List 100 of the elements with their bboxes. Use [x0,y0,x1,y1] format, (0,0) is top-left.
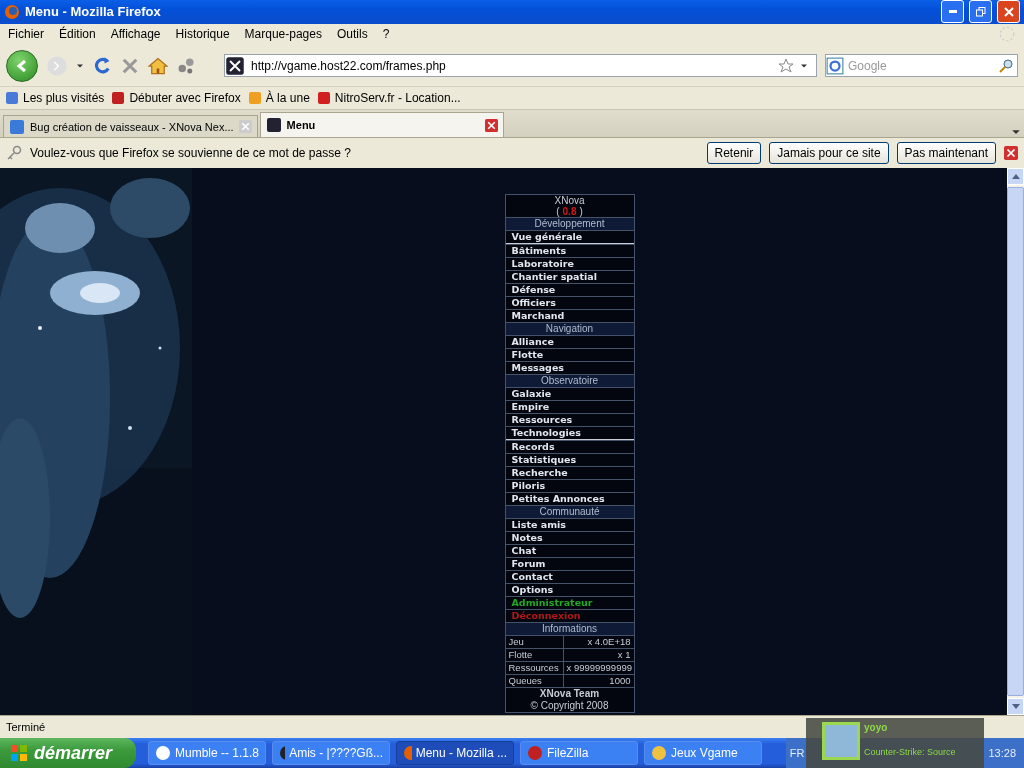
menu-item[interactable]: Outils [336,27,368,42]
menu-link[interactable]: Laboratoire [505,257,634,271]
window-title: Menu - Mozilla Firefox [25,4,162,20]
firefox-icon [4,3,20,20]
taskbar-button[interactable]: Jeux Vgame [644,741,762,765]
forward-icon [46,54,68,77]
menu-link[interactable]: Chat [505,544,634,558]
close-icon [1004,146,1018,161]
menu-link[interactable]: Alliance [505,335,634,349]
menu-link[interactable]: Contact [505,570,634,584]
bookmark-item[interactable]: Débuter avec Firefox [110,89,241,106]
menu-link[interactable]: Ressources [505,413,634,427]
scrollbar[interactable] [1007,168,1024,716]
menu-link[interactable]: Bâtiments [505,244,634,258]
menu-item[interactable]: Fichier [8,27,44,42]
menu-link[interactable]: Défense [505,283,634,297]
language-indicator: FR [789,747,805,759]
back-button[interactable] [6,49,38,82]
version-bracket: ) [579,206,583,218]
minimize-icon [948,10,957,14]
search-icon [998,57,1014,74]
clock: 13:28 [988,747,1016,759]
taskbar-button[interactable]: Mumble -- 1.1.8 [148,741,266,765]
menu-link[interactable]: Records [505,440,634,454]
taskbar-button[interactable]: Menu - Mozilla ... [396,741,514,765]
menu-link[interactable]: Options [505,583,634,597]
app-icon [279,745,286,761]
status-text: Terminé [6,721,46,734]
menu-link[interactable]: Statistiques [505,453,634,467]
bookmark-icon [110,89,127,106]
taskbar-button[interactable]: FileZilla [520,741,638,765]
menu-link[interactable]: Chantier spatial [505,270,634,284]
close-button[interactable] [997,0,1020,24]
restore-button[interactable] [969,0,992,24]
section-header: Informations [505,622,634,636]
tab-icon [9,118,25,135]
version-bracket: ( [556,206,560,218]
prompt-button[interactable]: Pas maintenant [896,142,996,165]
throbber-icon [998,25,1016,44]
menu-link[interactable]: Administrateur [505,596,634,610]
password-prompt: Voulez-vous que Firefox se souvienne de ce mot de passe ? [30,146,352,161]
team-credit: XNova Team [505,687,634,701]
menu-item[interactable]: Affichage [110,27,161,42]
menu-link[interactable]: Forum [505,557,634,571]
menu-link[interactable]: Notes [505,531,634,545]
up-arrow-icon [1011,174,1020,180]
minimize-button[interactable] [941,0,964,24]
bookmark-item[interactable]: NitroServ.fr - Location... [315,89,461,106]
site-icon [225,55,245,76]
menu-title: XNova [553,195,586,207]
info-label: Jeu [507,636,525,649]
app-icon [527,745,543,761]
reload-icon [92,55,112,76]
info-label: Ressources [507,662,560,675]
bookmark-icon [315,89,332,106]
app-icon [155,745,171,761]
info-value: 1000 [562,675,634,688]
menu-link[interactable]: Galaxie [505,387,634,401]
menu-link[interactable]: Empire [505,400,634,414]
address-field[interactable]: http://vgame.host22.com/frames.php [224,54,817,78]
bookmark-item[interactable]: À la une [246,89,310,106]
section-header: Navigation [505,322,634,336]
menu-link[interactable]: Piloris [505,479,634,493]
home-icon [148,55,168,76]
info-value: x 4.0E+18 [562,636,634,649]
menu-item[interactable]: Édition [59,27,96,42]
bookmark-icon [246,89,263,106]
close-icon [1003,6,1014,17]
prompt-button[interactable]: Jamais pour ce site [769,142,889,165]
menu-link[interactable]: Liste amis [505,518,634,532]
start-button[interactable]: démarrer [0,738,136,768]
close-icon [238,120,252,134]
section-header: Développement [505,217,634,231]
windows-logo [10,744,28,762]
browser-tab[interactable]: Bug création de vaisseaux - XNova Nex... [3,115,258,138]
info-label: Queues [507,675,543,688]
restore-icon [975,6,986,17]
prompt-button[interactable]: Retenir [706,142,762,165]
key-icon [6,145,22,162]
browser-tab[interactable]: Menu [259,112,504,138]
game-name: Counter-Strike: Source [864,747,956,757]
bookmark-icon [4,89,20,106]
star-icon [778,57,794,74]
menu-link[interactable]: Flotte [505,348,634,362]
bookmark-item[interactable]: Les plus visités [4,89,105,106]
menu-link[interactable]: Officiers [505,296,634,310]
menu-item[interactable]: Marque-pages [244,27,322,42]
search-engine-icon [826,56,844,75]
info-label: Flotte [507,649,534,662]
section-header: Communauté [505,505,634,519]
app-icon [651,745,667,761]
taskbar-button[interactable]: Amis - |????Gß... [272,741,390,765]
down-arrow-icon [1011,704,1020,710]
menu-item[interactable]: ? [382,27,390,42]
tab-icon [265,117,282,134]
info-value: x 99999999999 [562,662,635,675]
menu-item[interactable]: Historique [175,27,230,42]
info-value: x 1 [562,649,634,662]
menu-link[interactable]: Recherche [505,466,634,480]
friend-name: yoyo [864,722,889,733]
